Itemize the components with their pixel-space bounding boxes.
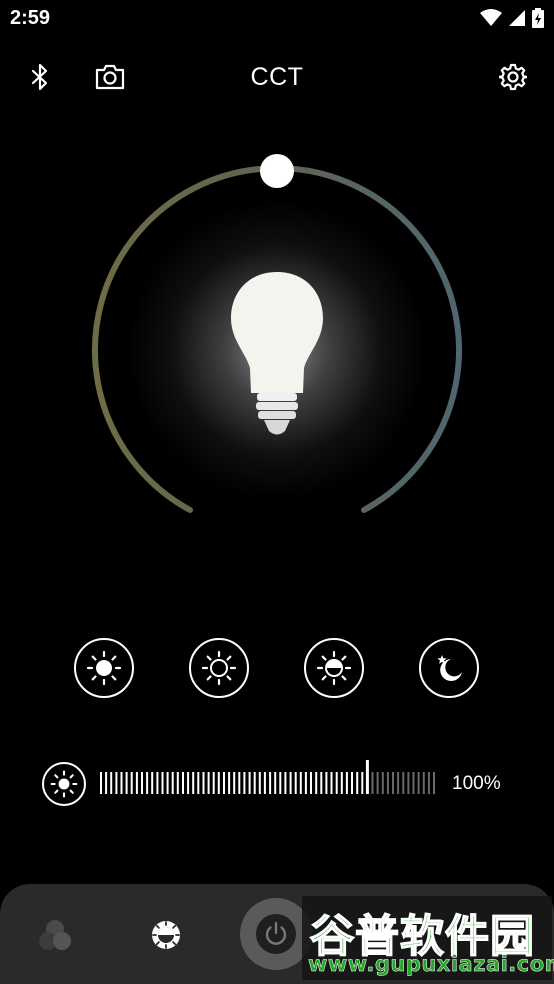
power-button-inner bbox=[256, 914, 296, 954]
cct-dial[interactable] bbox=[76, 150, 478, 552]
top-bar: CCT bbox=[0, 52, 554, 102]
preset-soft-button[interactable] bbox=[189, 638, 249, 698]
brightness-icon-badge bbox=[42, 762, 86, 806]
wifi-icon bbox=[480, 9, 502, 26]
sun-filled-icon bbox=[86, 650, 122, 686]
brightness-row: 100% bbox=[0, 760, 554, 808]
nav-rgb-button[interactable] bbox=[32, 912, 78, 958]
rgb-circles-icon bbox=[39, 920, 71, 950]
preset-row bbox=[0, 638, 554, 698]
settings-button[interactable] bbox=[496, 60, 530, 94]
brightness-slider[interactable] bbox=[98, 760, 438, 808]
cct-knob[interactable] bbox=[260, 154, 294, 188]
status-icons bbox=[480, 8, 544, 28]
page-title: CCT bbox=[250, 63, 304, 91]
gear-icon bbox=[499, 63, 527, 91]
battery-icon bbox=[532, 8, 544, 28]
sun-half-icon bbox=[316, 650, 352, 686]
preset-bright-button[interactable] bbox=[74, 638, 134, 698]
status-time: 2:59 bbox=[10, 7, 51, 29]
watermark-url-text: www.gupuxiazai.com bbox=[308, 952, 554, 977]
power-icon bbox=[265, 921, 287, 945]
nav-cct-button[interactable] bbox=[143, 912, 189, 958]
brightness-sun-icon bbox=[50, 770, 78, 798]
cct-half-sun-icon bbox=[152, 921, 180, 949]
watermark: 谷普软件园 www.gupuxiazai.com bbox=[302, 896, 554, 980]
status-bar: 2:59 bbox=[0, 0, 554, 38]
preset-half-button[interactable] bbox=[304, 638, 364, 698]
cell-signal-icon bbox=[509, 10, 525, 26]
brightness-value: 100% bbox=[452, 773, 501, 794]
sun-outline-icon bbox=[201, 650, 237, 686]
moon-star-icon bbox=[437, 655, 462, 681]
preset-night-button[interactable] bbox=[419, 638, 479, 698]
